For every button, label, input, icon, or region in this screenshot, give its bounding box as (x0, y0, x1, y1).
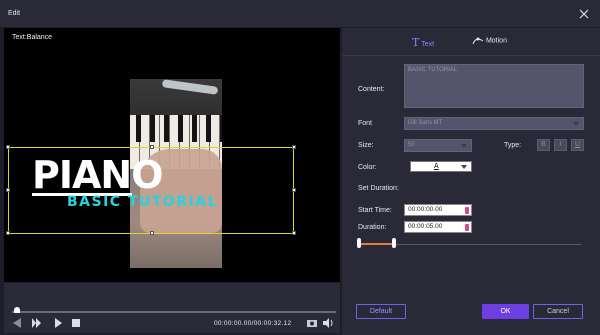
play-small-icon[interactable] (52, 317, 64, 329)
preview-label: Text:Balance (12, 34, 53, 41)
color-label: Color: (358, 164, 377, 171)
font-value: Gill Sans MT (408, 120, 443, 126)
default-button[interactable]: Default (356, 304, 406, 319)
size-value: 50 (408, 142, 415, 148)
window-title: Edit (8, 10, 21, 17)
font-label: Font (358, 120, 373, 127)
play-icon[interactable] (30, 317, 42, 329)
tab-text[interactable]: T Text (412, 36, 434, 50)
color-swatch-letter: A (434, 163, 439, 170)
duration-label: Duration: (358, 224, 387, 231)
start-time-input[interactable]: 00:00:00.00 (404, 204, 472, 216)
progress-bar-area (4, 283, 340, 315)
duration-end-handle[interactable] (392, 238, 396, 248)
duration-start-handle[interactable] (357, 238, 361, 248)
chevron-down-icon (461, 144, 467, 148)
title-bar: Edit (0, 0, 600, 27)
camera-icon[interactable] (306, 317, 318, 329)
resize-handle[interactable] (6, 188, 10, 192)
duration-slider-range (358, 243, 393, 245)
wrench-shape (161, 79, 219, 95)
tab-motion[interactable]: Motion (472, 36, 507, 50)
size-select[interactable]: 50 (404, 139, 472, 152)
motion-icon (472, 37, 484, 45)
stepper-icon[interactable] (465, 224, 469, 231)
underline-button[interactable]: U (571, 139, 584, 151)
timecode: 00:00:00.00/00:00:32.12 (214, 320, 292, 327)
start-time-label: Start Time: (358, 207, 392, 214)
resize-handle[interactable] (150, 231, 154, 235)
font-select[interactable]: Gill Sans MT (404, 117, 584, 130)
content-label: Content: (358, 86, 385, 93)
resize-handle[interactable] (292, 231, 296, 235)
resize-handle[interactable] (292, 188, 296, 192)
color-picker[interactable]: A (410, 161, 472, 172)
resize-handle[interactable] (150, 145, 154, 149)
resize-handle[interactable] (292, 145, 296, 149)
stop-icon[interactable] (70, 317, 82, 329)
video-preview: Text:Balance PIANO BASIC TUTORIAL (4, 28, 340, 282)
tab-text-label: Text (421, 41, 435, 48)
chevron-down-icon (573, 122, 579, 126)
piano-black-keys (130, 115, 222, 142)
content-textarea[interactable]: BASIC TUTORIAL (404, 64, 584, 108)
resize-handle[interactable] (6, 145, 10, 149)
bold-button[interactable]: B (537, 139, 550, 151)
duration-heading: Set Duration: (358, 185, 399, 192)
tab-divider (342, 55, 600, 56)
duration-value: 00:00:05.00 (408, 223, 443, 230)
chevron-down-icon (461, 165, 467, 169)
previous-icon[interactable] (12, 317, 24, 329)
overlay-subtitle-text: BASIC TUTORIAL (67, 194, 219, 210)
text-icon: T (412, 36, 420, 49)
settings-panel: T Text Motion Content: BASIC TUTORIAL Fo… (342, 28, 600, 335)
close-icon[interactable] (578, 8, 590, 20)
italic-button[interactable]: I (554, 139, 567, 151)
size-label: Size: (358, 142, 374, 149)
cancel-button[interactable]: Cancel (533, 304, 583, 319)
stepper-icon[interactable] (465, 207, 469, 214)
start-time-value: 00:00:00.00 (408, 206, 443, 213)
resize-handle[interactable] (6, 231, 10, 235)
ok-button[interactable]: OK (482, 304, 529, 319)
duration-input[interactable]: 00:00:05.00 (404, 221, 472, 233)
tab-motion-label: Motion (485, 37, 507, 45)
overlay-title-text: PIANO (32, 153, 164, 197)
volume-icon[interactable] (322, 317, 334, 329)
type-label: Type: (504, 142, 522, 149)
playback-controls: 00:00:00.00/00:00:32.12 (4, 313, 340, 333)
